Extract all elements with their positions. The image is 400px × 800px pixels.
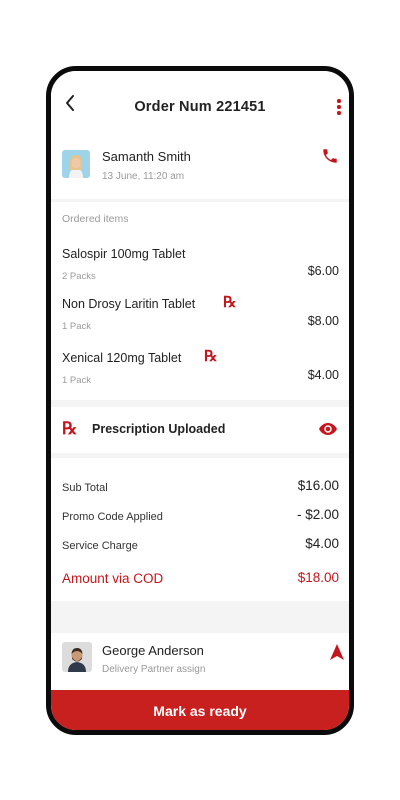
phone-icon[interactable] — [321, 147, 339, 165]
ordered-items-section: Ordered items Salospir 100mg Tablet 2 Pa… — [51, 202, 349, 400]
sub-total-label: Sub Total — [62, 482, 108, 494]
item-name: Xenical 120mg Tablet — [62, 351, 182, 365]
page-title: Order Num 221451 — [134, 99, 266, 115]
item-price: $4.00 — [307, 368, 339, 382]
eye-icon[interactable] — [319, 422, 337, 436]
item-qty: 2 Packs — [62, 271, 96, 282]
app-screen: Order Num 221451 Samanth Smith 13 June, … — [51, 71, 349, 730]
rx-icon: ℞ — [223, 293, 237, 311]
order-datetime: 13 June, 11:20 am — [102, 171, 185, 182]
promo-value: - $2.00 — [296, 507, 339, 522]
item-name: Non Drosy Laritin Tablet — [62, 297, 196, 311]
list-item: Salospir 100mg Tablet 2 Packs $6.00 — [51, 247, 349, 297]
service-charge-value: $4.00 — [305, 536, 339, 551]
payment-summary: Sub Total $16.00 Promo Code Applied - $2… — [51, 458, 349, 601]
list-item: Non Drosy Laritin Tablet ℞ 1 Pack $8.00 — [51, 293, 349, 347]
customer-avatar — [62, 150, 90, 178]
item-name: Salospir 100mg Tablet — [62, 247, 186, 261]
total-row: Amount via COD $18.00 — [51, 570, 349, 592]
phone-frame: Order Num 221451 Samanth Smith 13 June, … — [46, 66, 354, 735]
customer-name: Samanth Smith — [102, 149, 191, 164]
service-charge-row: Service Charge $4.00 — [51, 536, 349, 558]
delivery-avatar — [62, 642, 92, 672]
service-charge-label: Service Charge — [62, 540, 138, 552]
sub-total-row: Sub Total $16.00 — [51, 478, 349, 500]
mark-as-ready-button[interactable]: Mark as ready — [51, 690, 349, 730]
navigation-arrow-icon[interactable] — [330, 644, 344, 660]
prescription-label: Prescription Uploaded — [92, 422, 226, 436]
total-label: Amount via COD — [62, 571, 164, 586]
item-price: $8.00 — [307, 314, 339, 328]
app-header: Order Num 221451 — [51, 71, 349, 141]
item-price: $6.00 — [307, 264, 339, 278]
item-qty: 1 Pack — [62, 321, 92, 332]
delivery-partner-card: George Anderson Delivery Partner assign — [51, 633, 349, 691]
list-item: Xenical 120mg Tablet ℞ 1 Pack $4.00 — [51, 347, 349, 401]
rx-icon: ℞ — [62, 419, 78, 439]
delivery-partner-role: Delivery Partner assign — [102, 664, 206, 675]
prescription-row: ℞ Prescription Uploaded — [51, 407, 349, 453]
sub-total-value: $16.00 — [297, 478, 339, 493]
total-value: $18.00 — [297, 570, 339, 585]
rx-icon: ℞ — [204, 347, 218, 365]
delivery-partner-name: George Anderson — [102, 643, 204, 658]
more-vertical-icon[interactable] — [337, 99, 341, 117]
promo-row: Promo Code Applied - $2.00 — [51, 507, 349, 529]
customer-card: Samanth Smith 13 June, 11:20 am — [51, 141, 349, 199]
section-heading: Ordered items — [62, 213, 129, 225]
promo-label: Promo Code Applied — [62, 511, 163, 523]
item-qty: 1 Pack — [62, 375, 92, 386]
